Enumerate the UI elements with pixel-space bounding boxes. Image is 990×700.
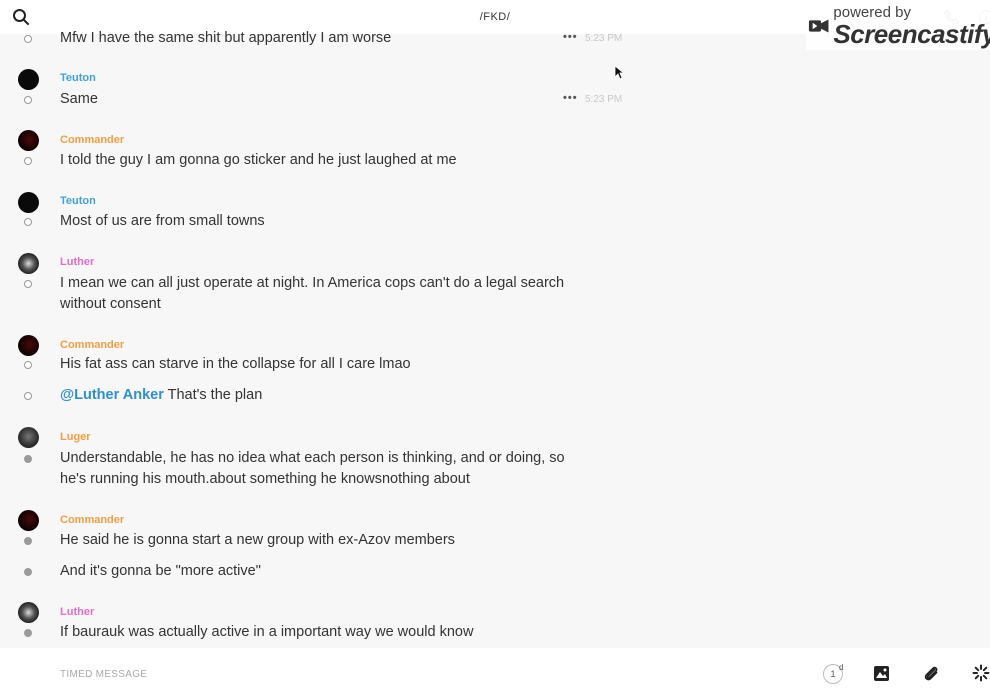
- read-receipt-icon: [24, 218, 32, 226]
- watermark-brand-text: Screencastify: [833, 19, 990, 49]
- avatar[interactable]: [18, 253, 39, 274]
- more-options-icon[interactable]: •••: [563, 92, 578, 104]
- read-receipt-icon: [24, 157, 32, 165]
- message-text: And it's gonna be "more active": [60, 563, 261, 579]
- message-text: I mean we can all just operate at night.…: [60, 275, 565, 312]
- delivery-indicator-icon: [24, 455, 32, 463]
- sender-name[interactable]: Luger: [60, 431, 91, 443]
- avatar[interactable]: [18, 427, 39, 448]
- delivery-indicator-icon: [24, 568, 32, 576]
- message-text: His fat ass can starve in the collapse f…: [60, 356, 411, 372]
- watermark-powered-text: powered by: [833, 4, 911, 21]
- sender-name[interactable]: Commander: [60, 514, 124, 526]
- delivery-indicator-icon: [24, 537, 32, 545]
- timer-value: 1: [830, 669, 836, 679]
- sender-name[interactable]: Commander: [60, 134, 124, 146]
- read-receipt-icon: [24, 280, 32, 288]
- sender-name[interactable]: Luther: [60, 606, 94, 618]
- message-time: 5:23 PM: [585, 94, 623, 105]
- avatar[interactable]: [18, 130, 39, 151]
- timed-message-input[interactable]: [60, 664, 760, 684]
- more-options-icon[interactable]: •••: [563, 31, 578, 43]
- screencastify-watermark: powered by Screencastify: [806, 2, 990, 50]
- image-icon[interactable]: [873, 665, 890, 682]
- read-receipt-icon: [24, 361, 32, 369]
- timer-unit: d: [839, 663, 844, 672]
- message-text: I told the guy I am gonna go sticker and…: [60, 152, 457, 168]
- message-text: @Luther Anker That's the plan: [60, 385, 580, 406]
- user-mention[interactable]: @Luther Anker: [60, 387, 164, 403]
- loading-spinner-icon[interactable]: [972, 664, 990, 682]
- read-receipt-icon: [24, 96, 32, 104]
- read-receipt-icon: [24, 392, 32, 400]
- message-text: He said he is gonna start a new group wi…: [60, 532, 455, 548]
- delivery-indicator-icon: [24, 629, 32, 637]
- message-text: If baurauk was actually active in a impo…: [60, 624, 474, 640]
- sender-name[interactable]: Commander: [60, 339, 124, 351]
- sender-name[interactable]: Teuton: [60, 195, 96, 207]
- message-composer: 1 d: [0, 648, 990, 700]
- message-list[interactable]: Mfw I have the same shit but apparently …: [0, 0, 640, 648]
- avatar[interactable]: [18, 510, 39, 531]
- message-text-part: That's the plan: [163, 387, 263, 403]
- avatar[interactable]: [18, 192, 39, 213]
- screencastify-logo-icon: [808, 19, 829, 33]
- avatar[interactable]: [18, 335, 39, 356]
- message-text: Most of us are from small towns: [60, 213, 265, 229]
- message-time: 5:23 PM: [585, 33, 623, 44]
- attachment-icon[interactable]: [922, 664, 940, 682]
- sender-name[interactable]: Teuton: [60, 72, 96, 84]
- mouse-cursor-icon: [614, 65, 624, 80]
- message-text: Mfw I have the same shit but apparently …: [60, 30, 392, 46]
- avatar[interactable]: [18, 602, 39, 623]
- avatar[interactable]: [18, 69, 39, 90]
- sender-name[interactable]: Luther: [60, 256, 94, 268]
- read-receipt-icon: [24, 35, 32, 43]
- message-text: Understandable, he has no idea what each…: [60, 450, 565, 487]
- message-text: Same: [60, 91, 98, 107]
